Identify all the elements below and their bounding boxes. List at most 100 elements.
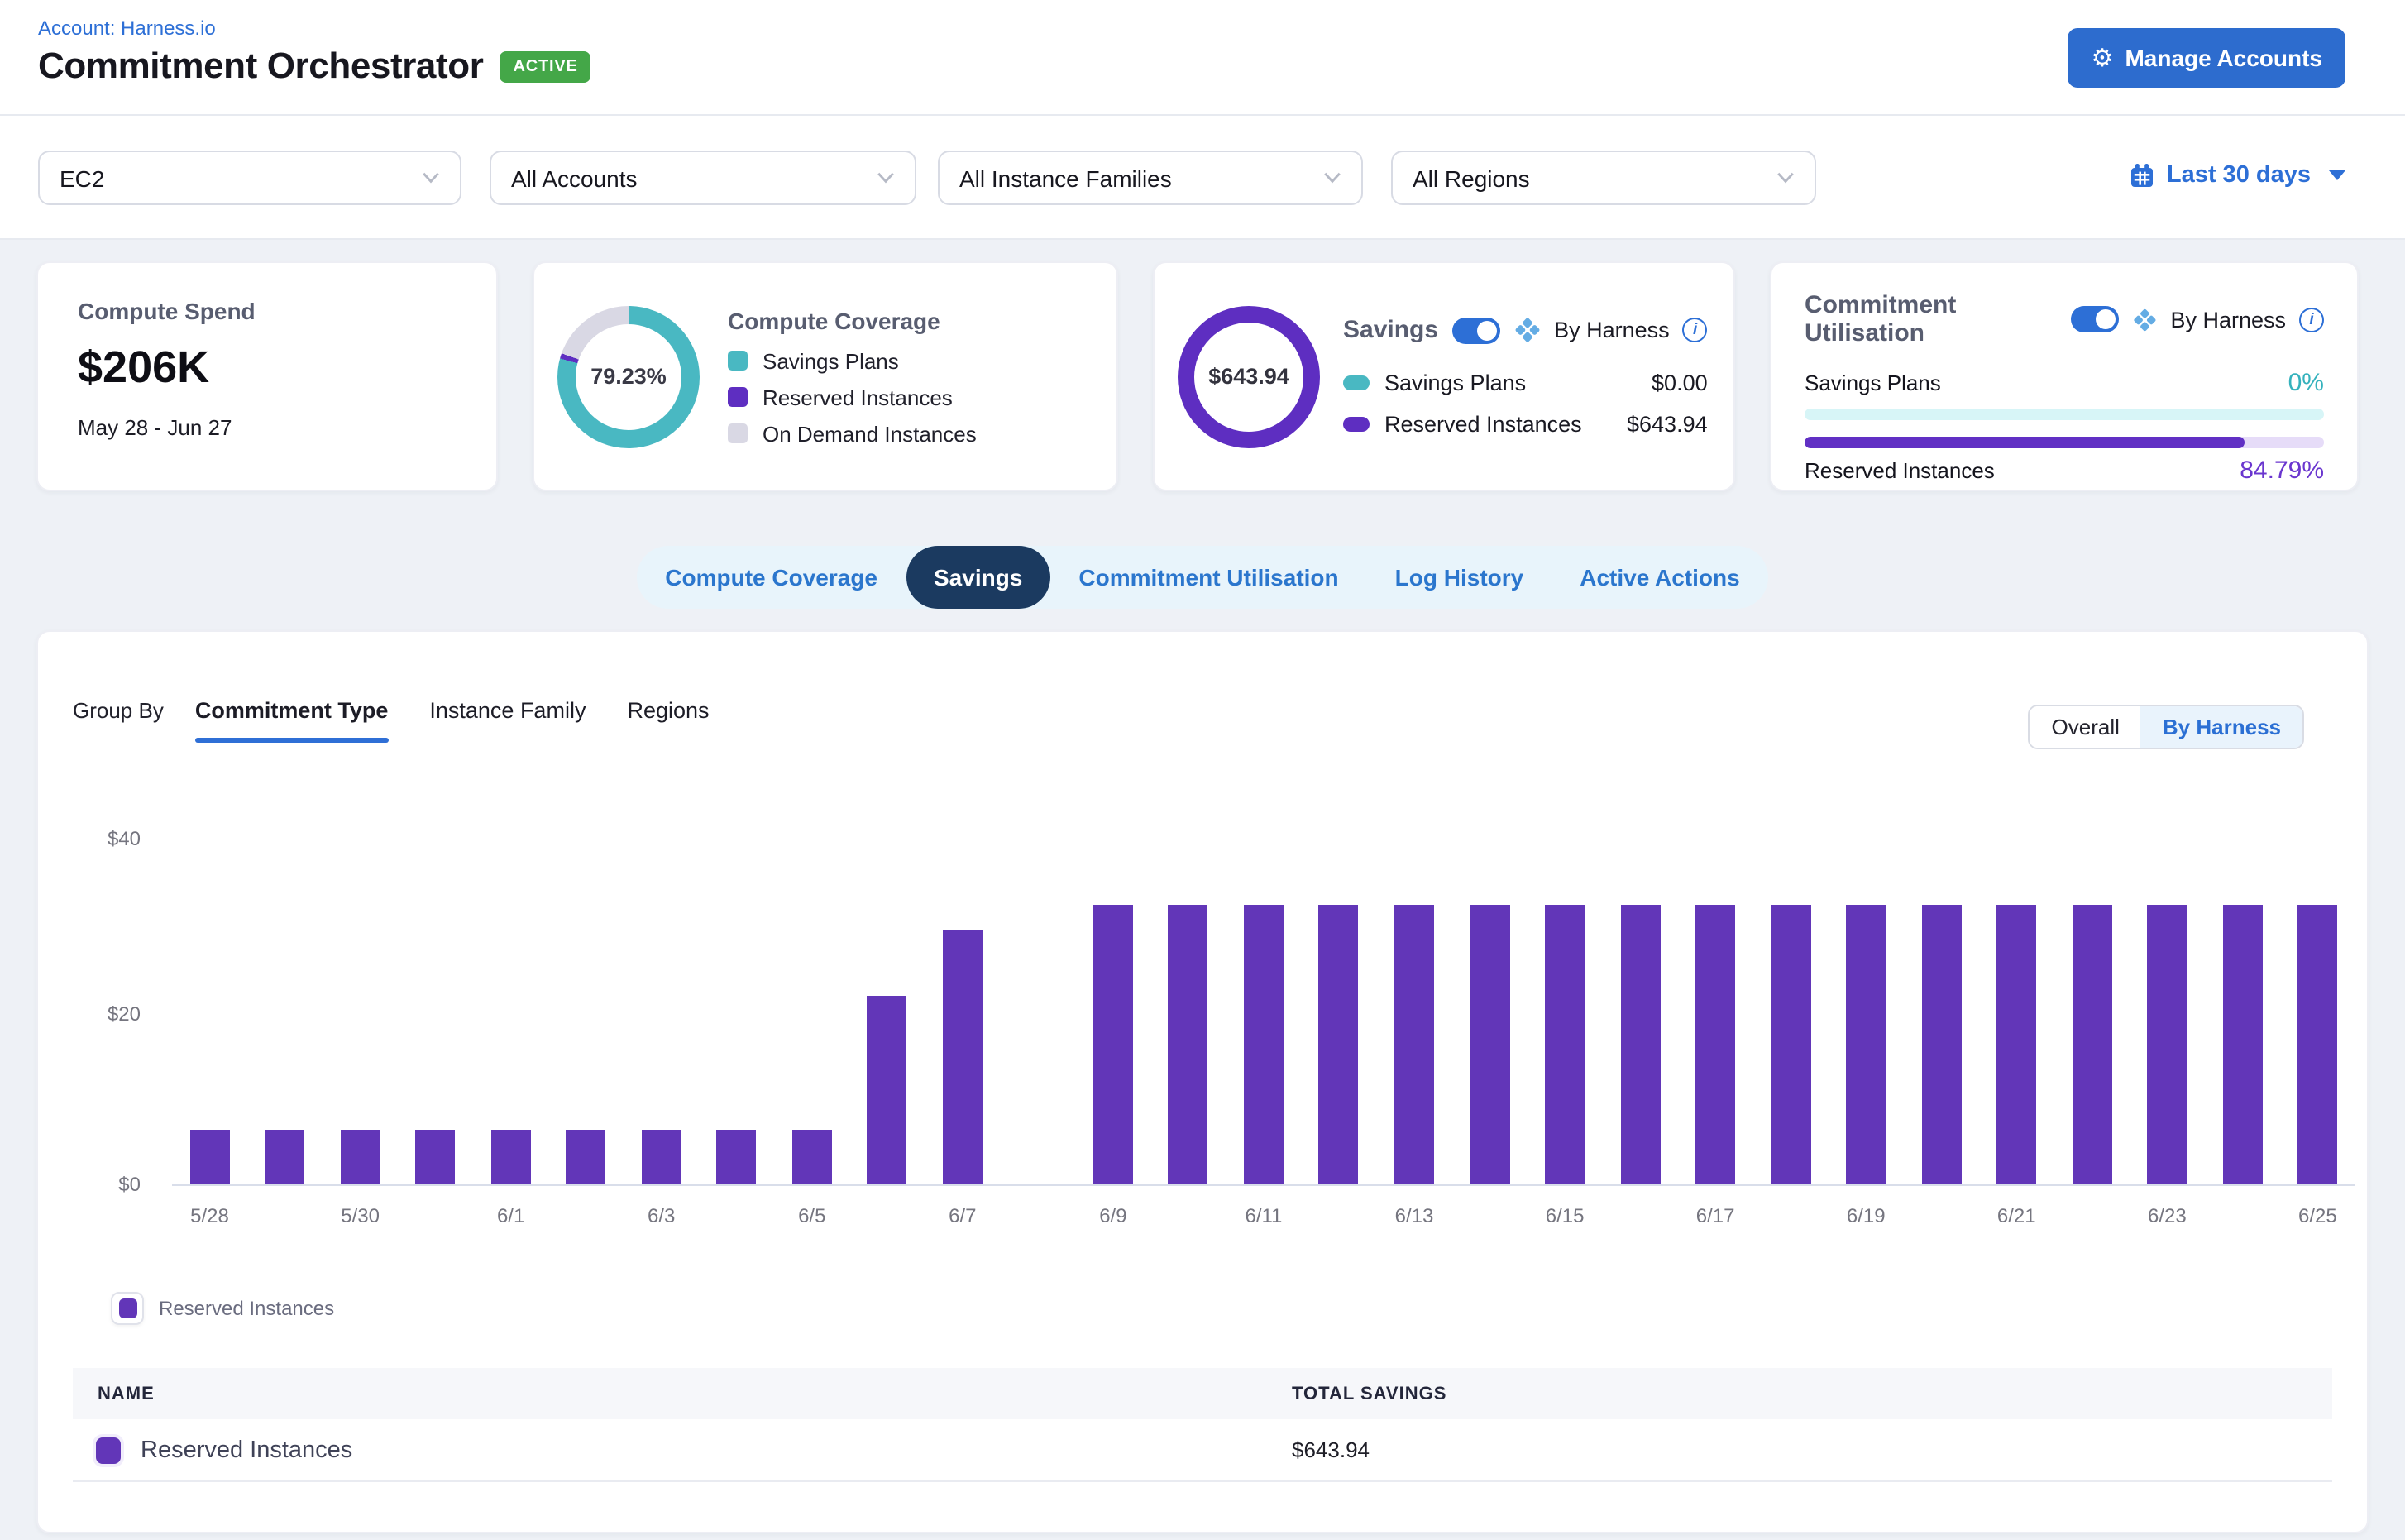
group-by-label: Group By [73, 698, 164, 723]
bar-6/10[interactable] [1169, 904, 1208, 1184]
bar-6/20[interactable] [1921, 904, 1961, 1184]
segment-by-harness[interactable]: By Harness [2141, 706, 2302, 748]
page-header: Account: Harness.io Commitment Orchestra… [0, 0, 2405, 116]
utilisation-row-label: Savings Plans [1805, 371, 1941, 395]
info-icon[interactable]: i [2299, 307, 2324, 332]
reserved-instances-progress-bar [1805, 437, 2324, 448]
savings-total-label: $643.94 [1208, 364, 1289, 389]
bar-6/21[interactable] [1996, 904, 2036, 1184]
x-axis-label: 6/9 [1075, 1204, 1150, 1227]
date-range-value: Last 30 days [2167, 162, 2311, 189]
bar-6/16[interactable] [1620, 904, 1660, 1184]
legend-item: Savings Plans [728, 348, 977, 373]
bar-6/4[interactable] [717, 1130, 757, 1184]
x-axis-label: 6/11 [1226, 1204, 1301, 1227]
group-by-commitment-type[interactable]: Commitment Type [195, 698, 389, 723]
bar-6/25[interactable] [2297, 904, 2337, 1184]
bar-6/9[interactable] [1093, 904, 1133, 1184]
table-row: Reserved Instances $643.94 [73, 1419, 2332, 1482]
x-axis-line [172, 1184, 2355, 1186]
utilisation-row-value: 0% [2288, 369, 2324, 397]
bar-6/12[interactable] [1319, 904, 1359, 1184]
y-axis-tick: $40 [65, 827, 141, 850]
date-range-selector[interactable]: Last 30 days [2129, 162, 2345, 189]
x-axis-label [548, 1204, 624, 1227]
x-axis-label [398, 1204, 473, 1227]
x-axis-label [699, 1204, 774, 1227]
bar-6/19[interactable] [1846, 904, 1886, 1184]
series-swatch [96, 1437, 121, 1463]
compute-coverage-card: 79.23% Compute Coverage Savings Plans Re… [533, 261, 1118, 491]
bar-slot [2280, 904, 2355, 1184]
x-axis-label [247, 1204, 323, 1227]
bar-6/2[interactable] [567, 1130, 606, 1184]
legend-swatch [118, 1298, 136, 1318]
accounts-dropdown[interactable]: All Accounts [490, 151, 916, 205]
bar-6/3[interactable] [642, 1130, 681, 1184]
bar-6/5[interactable] [792, 1130, 832, 1184]
tab-log-history[interactable]: Log History [1367, 546, 1552, 609]
savings-title: Savings [1343, 316, 1438, 344]
bar-5/29[interactable] [265, 1130, 305, 1184]
segment-overall[interactable]: Overall [2030, 706, 2141, 748]
calendar-icon [2129, 162, 2155, 189]
legend-label: Reserved Instances [159, 1297, 334, 1320]
tab-compute-coverage[interactable]: Compute Coverage [637, 546, 906, 609]
compute-spend-card: Compute Spend $206K May 28 - Jun 27 [36, 261, 498, 491]
bar-6/13[interactable] [1394, 904, 1434, 1184]
x-axis-label: 6/5 [774, 1204, 849, 1227]
x-axis-label: 6/7 [925, 1204, 1000, 1227]
savings-row-value: $0.00 [1652, 371, 1708, 395]
bar-6/18[interactable] [1771, 904, 1810, 1184]
x-axis-label [1452, 1204, 1528, 1227]
bar-6/14[interactable] [1470, 904, 1509, 1184]
gear-icon: ⚙ [2092, 45, 2114, 70]
compute-spend-value: $206K [78, 342, 457, 394]
bar-6/23[interactable] [2147, 904, 2187, 1184]
bar-slot [1226, 904, 1301, 1184]
compute-spend-title: Compute Spend [78, 298, 457, 324]
tab-commitment-utilisation[interactable]: Commitment Utilisation [1050, 546, 1366, 609]
tab-bar-wrapper: Compute Coverage Savings Commitment Util… [0, 546, 2405, 609]
by-harness-toggle[interactable] [2071, 306, 2119, 332]
group-by-instance-family[interactable]: Instance Family [429, 698, 586, 723]
by-harness-toggle[interactable] [1451, 317, 1499, 343]
bar-chart-bars [172, 832, 2355, 1184]
bar-6/1[interactable] [491, 1130, 531, 1184]
instance-families-dropdown[interactable]: All Instance Families [938, 151, 1363, 205]
coverage-legend: Savings Plans Reserved Instances On Dema… [728, 348, 977, 446]
info-icon[interactable]: i [1683, 318, 1708, 342]
bar-slot [1150, 904, 1226, 1184]
group-by-regions[interactable]: Regions [627, 698, 709, 723]
x-axis-label: 6/23 [2130, 1204, 2205, 1227]
tab-savings[interactable]: Savings [906, 546, 1050, 609]
x-axis-label [1000, 1204, 1075, 1227]
bar-5/31[interactable] [416, 1130, 456, 1184]
column-header-total-savings: TOTAL SAVINGS [1292, 1384, 1446, 1404]
bar-6/22[interactable] [2072, 904, 2111, 1184]
bar-slot [2054, 904, 2130, 1184]
legend-label: On Demand Instances [763, 421, 977, 446]
regions-dropdown[interactable]: All Regions [1391, 151, 1816, 205]
bar-5/30[interactable] [341, 1130, 380, 1184]
bar-slot [548, 1130, 624, 1184]
account-breadcrumb-link[interactable]: Account: Harness.io [38, 17, 216, 40]
tab-active-actions[interactable]: Active Actions [1552, 546, 1767, 609]
bar-6/24[interactable] [2222, 904, 2262, 1184]
bar-slot [1528, 904, 1603, 1184]
bar-slot [473, 1130, 548, 1184]
bar-6/6[interactable] [868, 995, 907, 1184]
bar-slot [398, 1130, 473, 1184]
bar-6/7[interactable] [943, 929, 983, 1184]
group-by-row: Group By Commitment Type Instance Family… [73, 698, 751, 723]
x-axis-label [1603, 1204, 1678, 1227]
service-dropdown[interactable]: EC2 [38, 151, 461, 205]
bar-6/15[interactable] [1545, 904, 1585, 1184]
savings-row-label: Savings Plans [1384, 371, 1652, 395]
bar-6/17[interactable] [1695, 904, 1735, 1184]
summary-cards-row: Compute Spend $206K May 28 - Jun 27 79.2… [36, 261, 2359, 491]
chart-legend-item[interactable]: Reserved Instances [111, 1292, 334, 1325]
manage-accounts-button[interactable]: ⚙ Manage Accounts [2068, 28, 2345, 88]
bar-6/11[interactable] [1244, 904, 1284, 1184]
bar-5/28[interactable] [190, 1130, 230, 1184]
